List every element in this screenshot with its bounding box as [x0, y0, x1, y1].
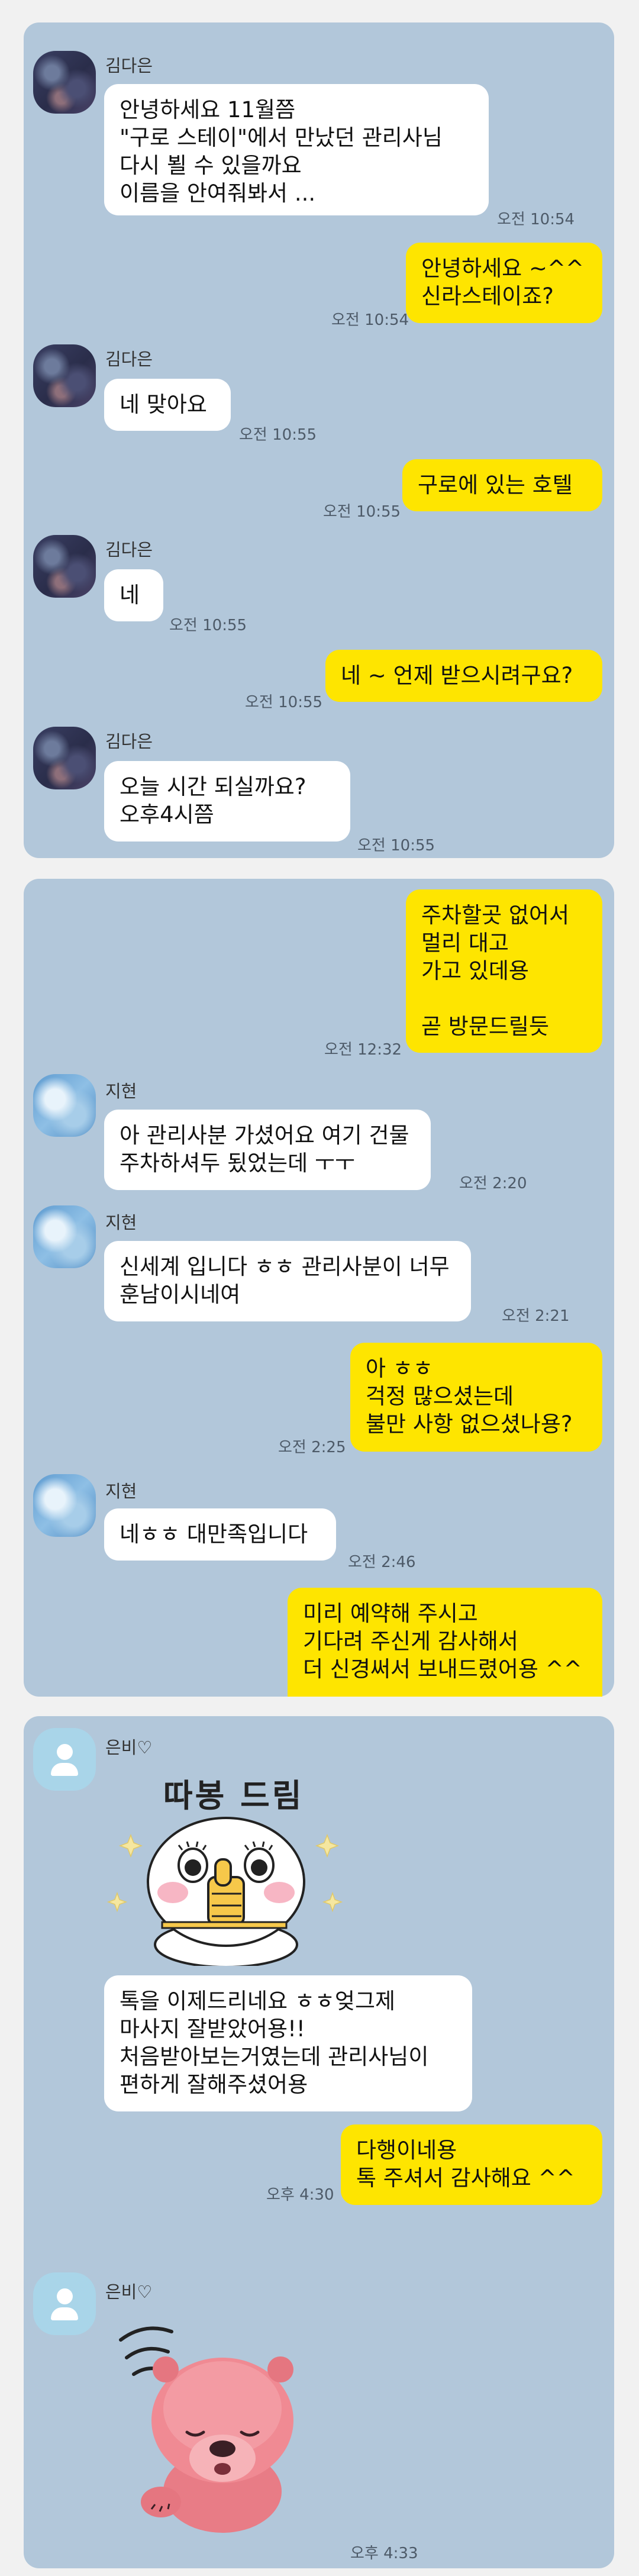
person-silhouette-icon	[57, 1744, 73, 1760]
my-message-bubble[interactable]: 미리 예약해 주시고 기다려 주신게 감사해서 더 신경써서 보내드렸어용 ^^	[288, 1588, 602, 1697]
message-time: 오전 10:55	[357, 837, 435, 855]
sender-name: 지현	[105, 1081, 137, 1101]
sender-name: 김다은	[105, 349, 153, 369]
sender-name: 지현	[105, 1481, 137, 1501]
message-bubble[interactable]: 오늘 시간 되실까요? 오후4시쯤	[104, 761, 350, 842]
my-message-bubble[interactable]: 구로에 있는 호텔	[402, 459, 602, 511]
avatar-eunbi[interactable]	[33, 2272, 96, 2335]
message-time: 오전 10:55	[323, 503, 401, 521]
message-time: 오전 10:55	[245, 694, 323, 711]
chat-screenshot-2: 오전 12:32 주차할곳 없어서 멀리 대고 가고 있데용 곧 방문드릴듯 지…	[24, 879, 614, 1697]
sender-name: 김다은	[105, 731, 153, 752]
my-message-bubble[interactable]: 아 ㅎㅎ 걱정 많으셨는데 불만 사항 없으셨나용?	[350, 1343, 602, 1452]
avatar-jihyun[interactable]	[33, 1474, 96, 1537]
my-message-bubble[interactable]: 네 ~ 언제 받으시려구요?	[325, 650, 602, 702]
message-time: 오전 10:54	[497, 211, 575, 228]
avatar-jihyun[interactable]	[33, 1074, 96, 1137]
my-message-bubble[interactable]: 안녕하세요 ~^^ 신라스테이죠?	[406, 243, 602, 323]
message-time: 오전 2:21	[502, 1307, 570, 1325]
message-bubble[interactable]: 네ㅎㅎ 대만족입니다	[104, 1508, 336, 1561]
message-time: 오전 10:55	[239, 426, 317, 444]
person-silhouette-icon	[57, 2288, 73, 2304]
message-bubble[interactable]: 안녕하세요 11월쯤 "구로 스테이"에서 만났던 관리사님 다시 뵐 수 있을…	[104, 84, 489, 215]
avatar-eunbi[interactable]	[33, 1728, 96, 1791]
sender-name: 김다은	[105, 56, 153, 76]
message-time: 오후 4:30	[266, 2186, 334, 2204]
message-time: 오전 2:20	[459, 1175, 527, 1192]
message-time: 오전 10:55	[169, 617, 247, 634]
chat-screenshot-1: 김다은 안녕하세요 11월쯤 "구로 스테이"에서 만났던 관리사님 다시 뵐 …	[24, 22, 614, 858]
sender-name: 은비♡	[105, 2282, 153, 2302]
avatar-kim-daeun[interactable]	[33, 51, 96, 114]
avatar-jihyun[interactable]	[33, 1205, 96, 1268]
sleeping-pink-beaver-sticker	[104, 2314, 317, 2533]
message-bubble[interactable]: 톡을 이제드리네요 ㅎㅎ엊그제 마사지 잘받았어용!! 처음받아보는거였는데 관…	[104, 1975, 472, 2111]
my-message-bubble[interactable]: 다행이네용 톡 주셔서 감사해요 ^^	[341, 2124, 602, 2205]
my-message-bubble[interactable]: 주차할곳 없어서 멀리 대고 가고 있데용 곧 방문드릴듯	[406, 889, 602, 1053]
sticker-caption: 따봉 드림	[163, 1777, 304, 1814]
sender-name: 지현	[105, 1213, 137, 1233]
message-time: 오전 2:25	[278, 1439, 346, 1456]
message-time: 오전 2:46	[348, 1553, 416, 1571]
message-bubble[interactable]: 네	[104, 569, 163, 621]
chat-screenshot-3: 은비♡ 따봉 드림 톡을 이제드리네요 ㅎㅎ엊그제 마사지 잘받았어용!! 처음…	[24, 1716, 614, 2568]
message-bubble[interactable]: 아 관리사분 가셨어요 여기 건물 주차하셔두 됬었는데 ㅜㅜ	[104, 1110, 431, 1190]
sender-name: 은비♡	[105, 1737, 153, 1758]
message-time: 오전 12:32	[324, 1041, 402, 1059]
thumbs-up-character-sticker: 따봉 드림	[104, 1765, 353, 1966]
sender-name: 김다은	[105, 540, 153, 560]
message-bubble[interactable]: 네 맞아요	[104, 379, 231, 431]
avatar-kim-daeun[interactable]	[33, 727, 96, 789]
avatar-kim-daeun[interactable]	[33, 535, 96, 598]
message-time: 오후 4:33	[350, 2545, 418, 2562]
message-time: 오전 10:54	[331, 311, 409, 329]
message-bubble[interactable]: 신세계 입니다 ㅎㅎ 관리사분이 너무 훈남이시네여	[104, 1241, 471, 1321]
avatar-kim-daeun[interactable]	[33, 344, 96, 407]
